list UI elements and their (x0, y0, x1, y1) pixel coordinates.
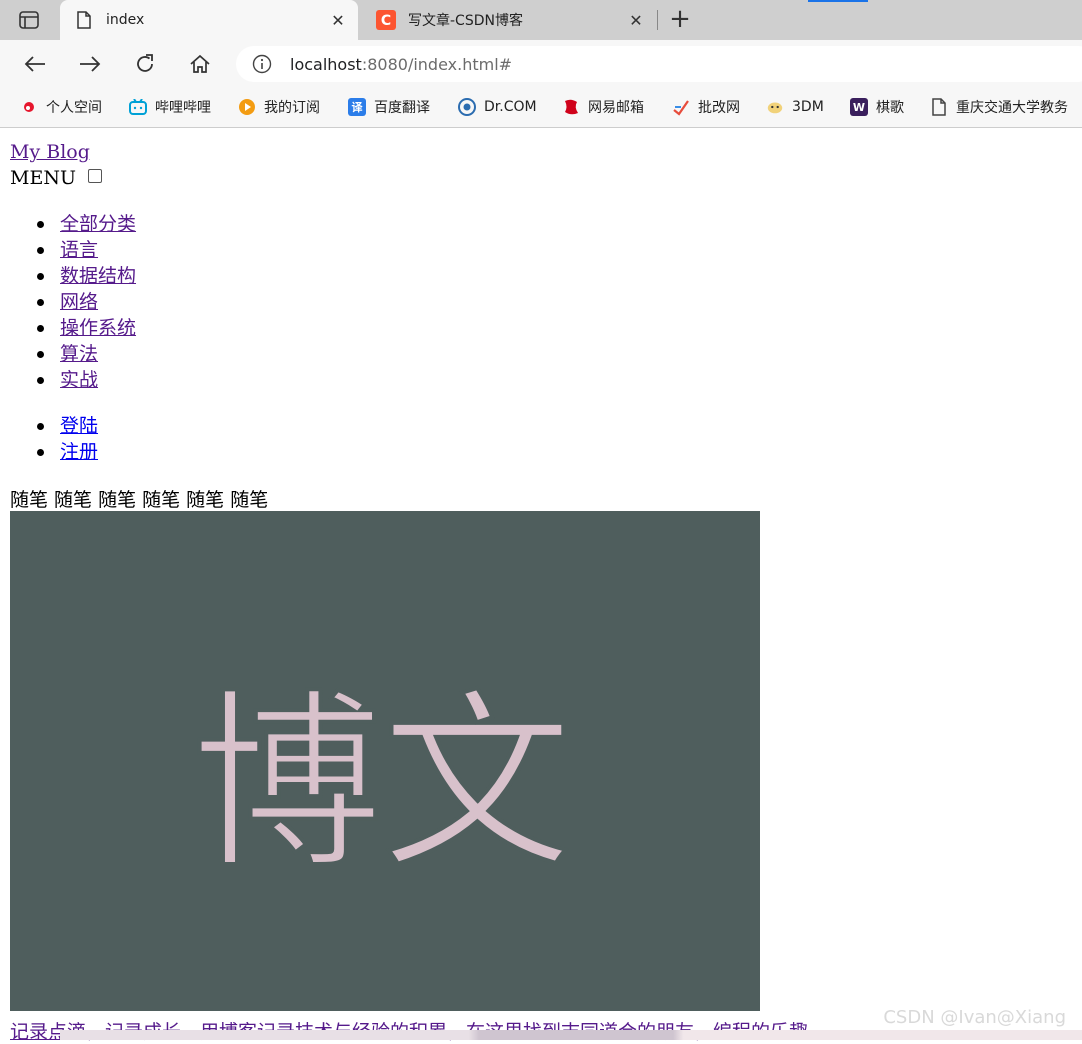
bilibili-icon (129, 98, 147, 116)
category-link[interactable]: 全部分类 (60, 213, 136, 235)
footer-strip (60, 1030, 1082, 1040)
bookmark-item[interactable]: 重庆交通大学教务 (930, 96, 1068, 118)
close-tab-icon[interactable]: ✕ (626, 10, 646, 30)
auth-list: 登陆 注册 (0, 413, 98, 465)
tab-actions-icon (19, 11, 39, 29)
bookmark-item[interactable]: W 棋歌 (850, 96, 904, 118)
list-item: 操作系统 (0, 315, 136, 341)
url-text[interactable]: localhost:8080/index.html# (290, 55, 512, 74)
forward-arrow-icon (80, 56, 101, 72)
csdn-icon: C (376, 10, 396, 30)
tab-separator (657, 10, 658, 30)
menu-label: MENU (10, 167, 76, 189)
hero-banner: 博文 (10, 511, 760, 1011)
category-link[interactable]: 网络 (60, 291, 98, 313)
category-link[interactable]: 操作系统 (60, 317, 136, 339)
tab-index[interactable]: index ✕ (60, 0, 358, 40)
tab-actions-button[interactable] (10, 8, 48, 32)
bookmark-item[interactable]: 我的订阅 (238, 96, 320, 118)
tab-bar: index ✕ C 写文章-CSDN博客 ✕ + (0, 0, 1082, 40)
brand-link[interactable]: My Blog (10, 141, 90, 163)
category-link[interactable]: 算法 (60, 343, 98, 365)
list-item: 实战 (0, 367, 136, 393)
list-item: 全部分类 (0, 211, 136, 237)
bookmark-item[interactable]: 3DM (766, 96, 824, 118)
menu-toggle: MENU (10, 167, 102, 189)
3dm-icon (766, 98, 784, 116)
hero-title: 博文 (190, 671, 574, 896)
home-icon (190, 54, 210, 73)
register-link[interactable]: 注册 (60, 441, 98, 463)
tab-title: index (106, 12, 145, 28)
pigai-icon (672, 98, 690, 116)
bookmark-item[interactable]: 哔哩哔哩 (129, 96, 211, 118)
back-arrow-icon (24, 56, 45, 72)
list-item: 数据结构 (0, 263, 136, 289)
page-content: My Blog MENU 全部分类 语言 数据结构 网络 操作系统 算法 实战 … (0, 129, 1082, 1043)
reload-icon (137, 54, 153, 72)
login-link[interactable]: 登陆 (60, 415, 98, 437)
page-icon (74, 10, 94, 30)
essay-tags: 随笔 随笔 随笔 随笔 随笔 随笔 (10, 489, 269, 511)
home-button[interactable] (185, 50, 215, 78)
menu-checkbox[interactable] (87, 169, 102, 183)
netease-mail-icon (562, 98, 580, 116)
category-list: 全部分类 语言 数据结构 网络 操作系统 算法 实战 (0, 211, 136, 393)
bookmark-item[interactable]: 个人空间 (20, 96, 102, 118)
weibo-icon (20, 98, 38, 116)
tab-csdn[interactable]: C 写文章-CSDN博客 ✕ (362, 0, 656, 40)
new-tab-button[interactable]: + (668, 4, 692, 34)
close-tab-icon[interactable]: ✕ (328, 10, 348, 30)
tab-indicator (808, 0, 868, 2)
bookmark-item[interactable]: Dr.COM (458, 96, 537, 118)
bookmark-item[interactable]: 网易邮箱 (562, 96, 644, 118)
translate-icon: 译 (348, 98, 366, 116)
page-icon (930, 98, 948, 116)
forward-button[interactable] (75, 50, 105, 78)
category-link[interactable]: 数据结构 (60, 265, 136, 287)
bookmark-item[interactable]: 译 百度翻译 (348, 96, 430, 118)
info-icon[interactable] (252, 54, 272, 74)
list-item: 注册 (0, 439, 98, 465)
list-item: 登陆 (0, 413, 98, 439)
category-link[interactable]: 实战 (60, 369, 98, 391)
reload-button[interactable] (130, 50, 160, 78)
drcom-icon (458, 98, 476, 116)
list-item: 语言 (0, 237, 136, 263)
svg-text:C: C (381, 13, 391, 29)
bookmark-item[interactable]: 批改网 (672, 96, 740, 118)
back-button[interactable] (20, 50, 50, 78)
list-item: 网络 (0, 289, 136, 315)
watermark: CSDN @Ivan@Xiang (883, 1007, 1066, 1028)
plus-icon: + (669, 4, 691, 34)
tab-title: 写文章-CSDN博客 (408, 13, 523, 29)
qige-icon: W (850, 98, 868, 116)
bookmarks-bar: 个人空间 哔哩哔哩 我的订阅 译 百度翻译 Dr.COM 网易邮箱 批改网 3D… (0, 88, 1082, 128)
svg-text:博文: 博文 (192, 673, 572, 894)
category-link[interactable]: 语言 (60, 239, 98, 261)
navigation-bar: localhost:8080/index.html# (0, 40, 1082, 88)
list-item: 算法 (0, 341, 136, 367)
address-bar[interactable]: localhost:8080/index.html# (236, 46, 1082, 82)
subscribe-icon (238, 98, 256, 116)
